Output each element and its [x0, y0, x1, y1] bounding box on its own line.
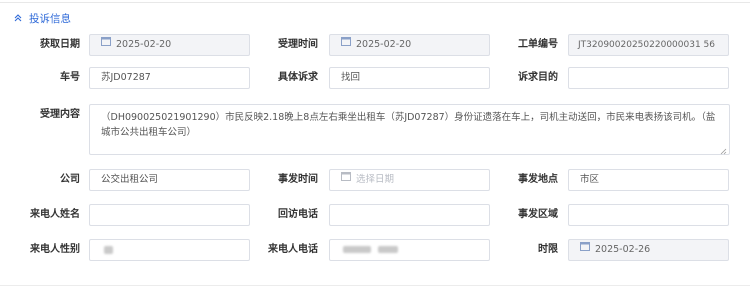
label-caller-name: 来电人姓名	[30, 209, 80, 220]
incident-area-input[interactable]	[568, 204, 729, 226]
label-accept-time: 受理时间	[278, 39, 318, 50]
chevron-up-double-icon[interactable]	[12, 12, 24, 24]
acquire-date-field[interactable]: 2025-02-20	[89, 34, 250, 56]
content-text: （DH090025021901290）市民反映2.18晚上8点左右乘坐出租车（苏…	[101, 112, 716, 138]
incident-time-picker[interactable]: 选择日期	[329, 169, 490, 191]
label-callback-phone: 回访电话	[278, 209, 318, 220]
label-incident-place: 事发地点	[518, 174, 558, 185]
resize-handle-icon[interactable]	[720, 145, 727, 155]
label-incident-time: 事发时间	[278, 174, 318, 185]
label-appeal-purpose: 诉求目的	[518, 72, 558, 83]
accept-time-value: 2025-02-20	[356, 39, 412, 50]
label-ticket-no: 工单编号	[518, 39, 558, 50]
label-caller-phone: 来电人电话	[268, 244, 318, 255]
caller-phone-input[interactable]	[329, 239, 490, 261]
bottom-divider	[0, 285, 750, 286]
section-title: 投诉信息	[29, 12, 71, 25]
content-textarea[interactable]: （DH090025021901290）市民反映2.18晚上8点左右乘坐出租车（苏…	[89, 104, 730, 155]
label-car-no: 车号	[60, 72, 80, 83]
incident-time-placeholder: 选择日期	[356, 174, 395, 185]
caller-name-input[interactable]	[89, 204, 250, 226]
company-input[interactable]: 公交出租公司	[89, 169, 250, 191]
top-divider	[0, 2, 750, 3]
appeal-purpose-input[interactable]	[568, 67, 729, 89]
label-incident-area: 事发区域	[518, 209, 558, 220]
redacted-value	[104, 245, 113, 254]
label-appeal: 具体诉求	[278, 72, 318, 83]
callback-phone-input[interactable]	[329, 204, 490, 226]
label-content: 受理内容	[40, 109, 80, 120]
accept-time-field[interactable]: 2025-02-20	[329, 34, 490, 56]
label-acquire-date: 获取日期	[40, 39, 80, 50]
calendar-icon	[580, 240, 590, 259]
label-company: 公司	[60, 174, 80, 185]
appeal-input[interactable]: 找回	[329, 67, 490, 89]
ticket-no-field[interactable]: JT32090020250220000031 56	[568, 34, 729, 56]
label-caller-gender: 来电人性别	[30, 244, 80, 255]
label-deadline: 时限	[538, 244, 558, 255]
acquire-date-value: 2025-02-20	[116, 39, 172, 50]
caller-gender-input[interactable]	[89, 239, 250, 261]
incident-place-input[interactable]: 市区	[568, 169, 729, 191]
deadline-value: 2025-02-26	[595, 244, 651, 255]
calendar-icon	[341, 35, 351, 54]
redacted-value	[378, 246, 399, 253]
calendar-icon	[341, 170, 351, 189]
calendar-icon	[101, 35, 111, 54]
deadline-field[interactable]: 2025-02-26	[568, 239, 729, 261]
redacted-value	[343, 246, 371, 253]
section-header-complaint[interactable]: 投诉信息	[12, 10, 71, 26]
car-no-input[interactable]: 苏JD07287	[89, 67, 250, 89]
